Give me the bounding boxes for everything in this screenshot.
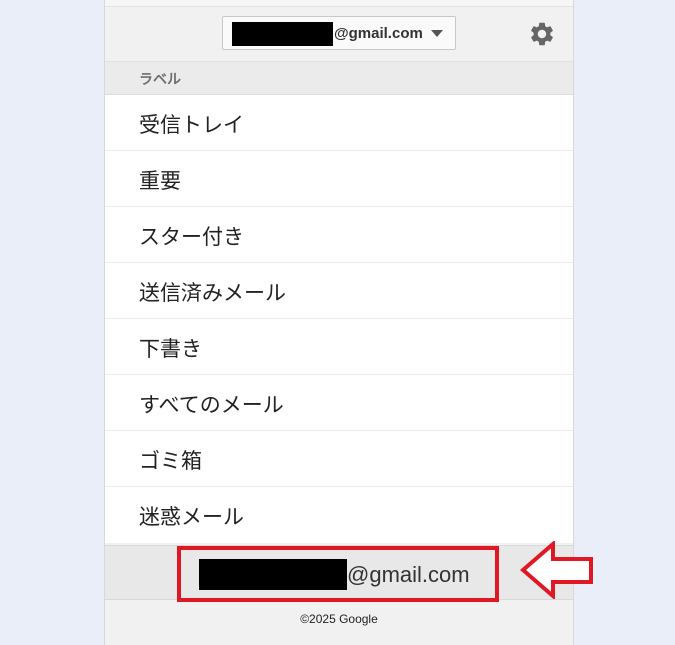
label-item-all-mail[interactable]: すべてのメール	[105, 375, 573, 431]
label-item-text: ゴミ箱	[139, 450, 202, 473]
settings-button[interactable]	[528, 20, 556, 48]
label-item-sent[interactable]: 送信済みメール	[105, 263, 573, 319]
labels-section-header: ラベル	[105, 61, 573, 95]
label-item-text: スター付き	[139, 226, 244, 249]
label-item-trash[interactable]: ゴミ箱	[105, 431, 573, 487]
redacted-username	[232, 22, 333, 46]
mail-menu-panel: @gmail.com ラベル 受信トレイ 重要 スター付き 送信済みメール 下書…	[104, 0, 574, 645]
redacted-username	[199, 559, 347, 590]
label-item-text: 重要	[139, 170, 181, 193]
account-domain: @gmail.com	[334, 25, 423, 42]
label-item-text: 下書き	[139, 338, 202, 361]
account-highlight[interactable]: @gmail.com	[177, 546, 499, 602]
top-strip	[105, 0, 573, 7]
label-item-text: 送信済みメール	[139, 282, 286, 305]
menu-header: @gmail.com	[105, 7, 573, 61]
footer-account-domain: @gmail.com	[347, 562, 470, 587]
label-item-inbox[interactable]: 受信トレイ	[105, 95, 573, 151]
label-item-text: 迷惑メール	[139, 506, 244, 529]
footer-account-bar: @gmail.com	[105, 545, 573, 602]
copyright-text: ©2025 Google	[300, 612, 378, 626]
labels-section-title: ラベル	[139, 71, 181, 87]
left-arrow-icon	[520, 541, 593, 599]
label-item-text: すべてのメール	[139, 394, 284, 417]
caret-down-icon	[431, 30, 443, 37]
label-item-starred[interactable]: スター付き	[105, 207, 573, 263]
label-item-drafts[interactable]: 下書き	[105, 319, 573, 375]
label-list: 受信トレイ 重要 スター付き 送信済みメール 下書き すべてのメール ゴミ箱 迷…	[105, 95, 573, 543]
label-item-spam[interactable]: 迷惑メール	[105, 487, 573, 543]
gear-icon	[531, 22, 553, 46]
label-item-text: 受信トレイ	[139, 114, 244, 137]
account-switcher-dropdown[interactable]: @gmail.com	[222, 16, 456, 50]
label-item-important[interactable]: 重要	[105, 151, 573, 207]
